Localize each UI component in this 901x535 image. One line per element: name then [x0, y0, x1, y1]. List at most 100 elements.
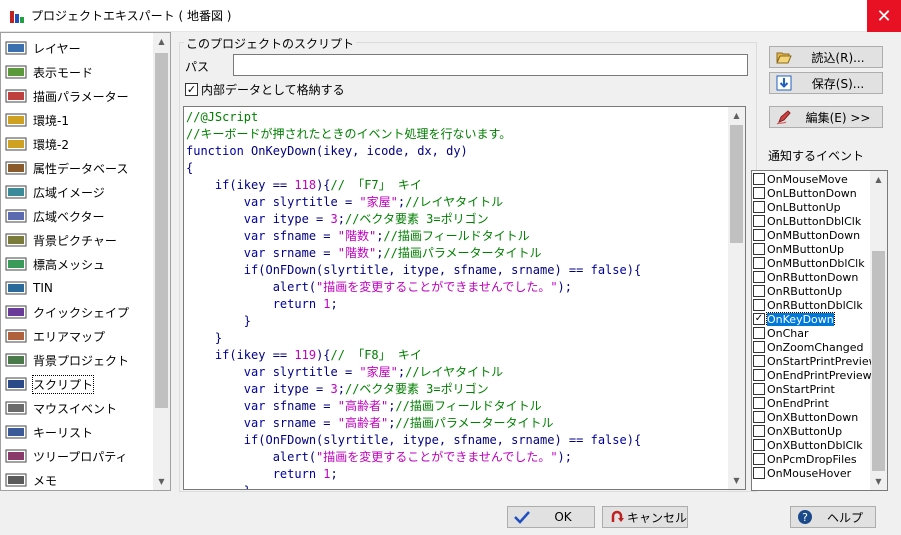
event-checkbox[interactable]	[753, 467, 765, 479]
events-list[interactable]: ▲ ▼ OnMouseMove OnLButtonDown OnLButtonUp O…	[751, 170, 888, 491]
event-label: OnXButtonDblClk	[767, 438, 863, 452]
category-list[interactable]: ▲ ▼ レイヤー 表示モード 描画パラメーター 環境-1 環境-2 属性データベース 広域イ…	[0, 32, 171, 491]
sidebar-item[interactable]: 表示モード	[4, 60, 154, 84]
code-line: {	[186, 160, 641, 177]
path-input[interactable]	[233, 54, 748, 76]
help-button[interactable]: ? ヘルプ	[790, 506, 876, 528]
cancel-button[interactable]: キャンセル	[602, 506, 688, 528]
event-item[interactable]: OnMouseMove	[753, 172, 871, 186]
edit-button[interactable]: 編集(E) >>	[769, 106, 883, 128]
event-checkbox[interactable]	[753, 425, 765, 437]
sidebar-item[interactable]: 標高メッシュ	[4, 252, 154, 276]
event-checkbox[interactable]	[753, 341, 765, 353]
event-checkbox[interactable]	[753, 299, 765, 311]
event-checkbox[interactable]	[753, 411, 765, 423]
event-checkbox[interactable]	[753, 355, 765, 367]
event-item[interactable]: OnLButtonUp	[753, 200, 871, 214]
event-item[interactable]: OnRButtonDown	[753, 270, 871, 284]
group-title: このプロジェクトのスクリプト	[184, 35, 357, 52]
event-checkbox[interactable]	[753, 215, 765, 227]
sidebar-scrollbar[interactable]: ▲ ▼	[153, 33, 170, 490]
close-button[interactable]: ✕	[867, 0, 901, 32]
event-item[interactable]: OnPcmDropFiles	[753, 452, 871, 466]
quick-shape-icon	[4, 303, 28, 321]
event-item[interactable]: OnXButtonDown	[753, 410, 871, 424]
event-checkbox[interactable]	[753, 327, 765, 339]
event-item[interactable]: OnStartPrintPreview	[753, 354, 871, 368]
event-item[interactable]: OnEndPrintPreview	[753, 368, 871, 382]
event-checkbox[interactable]	[753, 173, 765, 185]
sidebar-item[interactable]: レイヤー	[4, 36, 154, 60]
event-checkbox[interactable]	[753, 257, 765, 269]
sidebar-item[interactable]: 背景プロジェクト	[4, 348, 154, 372]
script-editor[interactable]: //@JScript //キーボードが押されたときのイベント処理を行ないます。 fu…	[183, 106, 746, 490]
event-item[interactable]: OnRButtonUp	[753, 284, 871, 298]
event-item[interactable]: OnLButtonDblClk	[753, 214, 871, 228]
event-checkbox[interactable]	[753, 397, 765, 409]
load-button[interactable]: 読込(R)...	[769, 46, 883, 68]
code-token: OnKeyDown(ikey, icode, dx, dy)	[251, 144, 468, 158]
editor-scrollbar[interactable]: ▲ ▼	[728, 107, 745, 489]
sidebar-item[interactable]: キーリスト	[4, 420, 154, 444]
sidebar-item[interactable]: 属性データベース	[4, 156, 154, 180]
scroll-thumb[interactable]	[872, 251, 885, 471]
event-checkbox[interactable]: ✓	[753, 313, 765, 325]
sidebar-item[interactable]: 広域ベクター	[4, 204, 154, 228]
sidebar-item[interactable]: クイックシェイプ	[4, 300, 154, 324]
script-icon	[4, 375, 28, 393]
event-item[interactable]: OnMButtonDown	[753, 228, 871, 242]
code-token: function	[186, 144, 252, 158]
event-item[interactable]: ✓ OnKeyDown	[753, 312, 871, 326]
event-item[interactable]: OnXButtonUp	[753, 424, 871, 438]
ok-button[interactable]: OK	[507, 506, 595, 528]
code-line: var sfname = "階数";//描画フィールドタイトル	[186, 228, 641, 245]
event-checkbox[interactable]	[753, 271, 765, 283]
scroll-up-icon[interactable]: ▲	[728, 107, 745, 124]
event-checkbox[interactable]	[753, 201, 765, 213]
event-checkbox[interactable]	[753, 453, 765, 465]
event-item[interactable]: OnLButtonDown	[753, 186, 871, 200]
events-scrollbar[interactable]: ▲ ▼	[870, 171, 887, 490]
event-checkbox[interactable]	[753, 229, 765, 241]
event-item[interactable]: OnZoomChanged	[753, 340, 871, 354]
event-item[interactable]: OnRButtonDblClk	[753, 298, 871, 312]
sidebar-item[interactable]: スクリプト	[4, 372, 154, 396]
sidebar-item[interactable]: 広域イメージ	[4, 180, 154, 204]
sidebar-item[interactable]: 環境-1	[4, 108, 154, 132]
scroll-up-icon[interactable]: ▲	[870, 171, 887, 188]
sidebar-item[interactable]: 背景ピクチャー	[4, 228, 154, 252]
checkbox-box[interactable]: ✓	[185, 83, 198, 96]
scroll-down-icon[interactable]: ▼	[153, 473, 170, 490]
sidebar-item[interactable]: TIN	[4, 276, 154, 300]
event-checkbox[interactable]	[753, 369, 765, 381]
event-item[interactable]: OnMButtonUp	[753, 242, 871, 256]
save-button[interactable]: 保存(S)...	[769, 72, 883, 94]
event-item[interactable]: OnXButtonDblClk	[753, 438, 871, 452]
scroll-thumb[interactable]	[155, 53, 168, 408]
event-checkbox[interactable]	[753, 285, 765, 297]
sidebar-item[interactable]: エリアマップ	[4, 324, 154, 348]
event-item[interactable]: OnChar	[753, 326, 871, 340]
event-checkbox[interactable]	[753, 187, 765, 199]
event-checkbox[interactable]	[753, 439, 765, 451]
internal-store-checkbox[interactable]: ✓ 内部データとして格納する	[185, 81, 345, 98]
scroll-up-icon[interactable]: ▲	[153, 33, 170, 50]
event-checkbox[interactable]	[753, 383, 765, 395]
event-item[interactable]: OnMButtonDblClk	[753, 256, 871, 270]
scroll-down-icon[interactable]: ▼	[870, 473, 887, 490]
sidebar-item[interactable]: 描画パラメーター	[4, 84, 154, 108]
code-token: ){	[626, 433, 642, 447]
sidebar-item-label: TIN	[33, 281, 53, 295]
event-item[interactable]: OnEndPrint	[753, 396, 871, 410]
scroll-down-icon[interactable]: ▼	[728, 472, 745, 489]
event-item[interactable]: OnMouseHover	[753, 466, 871, 480]
scroll-thumb[interactable]	[730, 125, 743, 243]
code-area[interactable]: //@JScript //キーボードが押されたときのイベント処理を行ないます。 fu…	[186, 109, 642, 489]
sidebar-item[interactable]: ツリープロパティ	[4, 444, 154, 468]
event-checkbox[interactable]	[753, 243, 765, 255]
code-token: "高齢者"	[337, 399, 389, 413]
sidebar-item[interactable]: メモ	[4, 468, 154, 490]
event-item[interactable]: OnStartPrint	[753, 382, 871, 396]
sidebar-item[interactable]: マウスイベント	[4, 396, 154, 420]
sidebar-item[interactable]: 環境-2	[4, 132, 154, 156]
